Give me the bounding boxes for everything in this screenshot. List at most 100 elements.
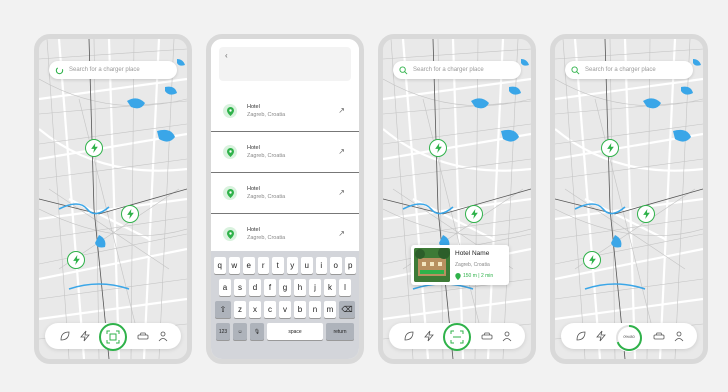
key[interactable]: e [243,257,255,274]
keyboard-row-1: q w e r t y u i o p [214,257,356,274]
location-pin-icon [223,104,237,118]
key[interactable]: c [264,301,276,318]
phone-map-detail-screen: Search for a charger place Hotel Name Za… [378,34,536,364]
search-bar[interactable]: Search for a charger place [49,61,177,79]
charger-pin[interactable] [637,205,655,223]
key[interactable]: k [324,279,336,296]
bolt-icon [642,209,651,219]
key[interactable]: f [264,279,276,296]
item-subtitle: Zagreb, Croatia [247,194,286,200]
key[interactable]: i [315,257,327,274]
user-icon[interactable] [501,330,513,342]
hotel-card[interactable]: Hotel Name Zagreb, Croatia 150 m | 2 min [411,245,509,285]
list-item[interactable]: Hotel Zagreb, Croatia ↗ [211,91,359,132]
arrow-up-right-icon: ↗ [338,188,345,197]
key[interactable]: s [234,279,246,296]
charger-pin[interactable] [601,139,619,157]
shift-key[interactable]: ⇧ [215,301,231,318]
return-key[interactable]: return [326,323,354,340]
key[interactable]: h [294,279,306,296]
key[interactable]: m [324,301,336,318]
keyboard-row-3: ⇧ z x c v b n m ⌫ [214,301,356,318]
bolt-icon [434,143,443,153]
car-icon[interactable] [137,330,149,342]
leaf-icon[interactable] [59,330,71,342]
mic-key[interactable]: 🎙 [250,323,264,340]
key[interactable]: u [301,257,313,274]
list-item[interactable]: Hotel Zagreb, Croatia ↗ [211,214,359,255]
car-icon[interactable] [481,330,493,342]
car-icon[interactable] [653,330,665,342]
item-subtitle: Zagreb, Croatia [247,112,286,118]
list-item[interactable]: Hotel Zagreb, Croatia ↗ [211,132,359,173]
qr-scan-icon [106,330,120,344]
map[interactable] [39,39,187,359]
charger-pin[interactable] [583,251,601,269]
numbers-key[interactable]: 123 [216,323,230,340]
item-title: Hotel [247,104,260,110]
location-pin-icon [223,186,237,200]
key[interactable]: x [249,301,261,318]
bolt-outline-icon[interactable] [79,330,91,342]
item-title: Hotel [247,227,260,233]
key[interactable]: z [234,301,246,318]
search-input[interactable]: ‹ [219,47,351,81]
emoji-key[interactable]: ☺ [233,323,247,340]
key[interactable]: q [214,257,226,274]
key[interactable]: j [309,279,321,296]
charger-pin[interactable] [67,251,85,269]
key[interactable]: b [294,301,306,318]
user-icon[interactable] [157,330,169,342]
charger-pin[interactable] [85,139,103,157]
space-key[interactable]: space [267,323,323,340]
charger-pin[interactable] [121,205,139,223]
scan-qr-button[interactable] [99,323,127,351]
key[interactable]: g [279,279,291,296]
scan-qr-button[interactable] [443,323,471,351]
search-placeholder: Search for a charger place [69,67,140,73]
bolt-outline-icon[interactable] [595,330,607,342]
key[interactable]: r [257,257,269,274]
charging-progress-button[interactable]: 0%/80 [614,323,644,353]
charging-label: 0%/80 [623,334,635,339]
leaf-icon[interactable] [403,330,415,342]
item-subtitle: Zagreb, Croatia [247,153,286,159]
item-subtitle: Zagreb, Croatia [247,235,286,241]
list-item[interactable]: Hotel Zagreb, Croatia ↗ [211,173,359,214]
key[interactable]: d [249,279,261,296]
phone-charging-screen: Search for a charger place 0%/80 [550,34,708,364]
search-icon [399,65,408,74]
map[interactable] [555,39,703,359]
key[interactable]: l [339,279,351,296]
leaf-icon[interactable] [575,330,587,342]
key[interactable]: o [330,257,342,274]
key[interactable]: y [286,257,298,274]
charger-pin[interactable] [465,205,483,223]
phone-search-screen: ‹ Hotel Zagreb, Croatia ↗ Hotel Zagreb, Cr… [206,34,364,364]
bolt-outline-icon[interactable] [423,330,435,342]
key[interactable]: v [279,301,291,318]
phone-map-screen: Search for a charger place [34,34,192,364]
bolt-icon [470,209,479,219]
keyboard-row-2: a s d f g h j k l [214,279,356,296]
bolt-icon [90,143,99,153]
arrow-up-right-icon: ↗ [338,106,345,115]
arrow-up-right-icon: ↗ [338,147,345,156]
charger-pin[interactable] [429,139,447,157]
search-bar[interactable]: Search for a charger place [565,61,693,79]
key[interactable]: w [228,257,240,274]
key[interactable]: n [309,301,321,318]
key[interactable]: t [272,257,284,274]
result-list: Hotel Zagreb, Croatia ↗ Hotel Zagreb, Croa… [211,91,359,261]
map[interactable] [383,39,531,359]
backspace-key[interactable]: ⌫ [339,301,355,318]
key[interactable]: p [344,257,356,274]
back-icon[interactable]: ‹ [225,51,228,60]
key[interactable]: a [219,279,231,296]
user-icon[interactable] [673,330,685,342]
arrow-up-right-icon: ↗ [338,229,345,238]
location-pin-icon [223,145,237,159]
search-bar[interactable]: Search for a charger place [393,61,521,79]
hotel-distance: 150 m | 2 min [463,273,494,279]
bolt-icon [72,255,81,265]
